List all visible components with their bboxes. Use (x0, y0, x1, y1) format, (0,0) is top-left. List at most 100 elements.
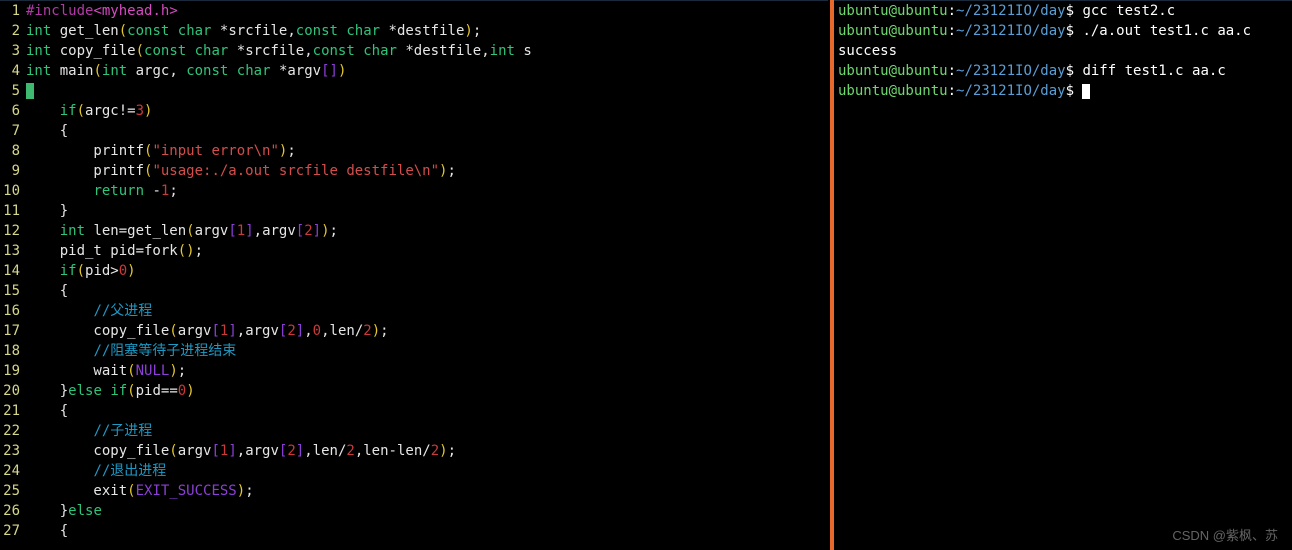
code-content[interactable]: //父进程 (26, 301, 828, 321)
token-brace: } (60, 203, 68, 219)
token-kw: const (313, 43, 355, 59)
token-id: ,argv (254, 223, 296, 239)
code-line[interactable]: 27 { (0, 521, 828, 541)
code-content[interactable]: int get_len(const char *srcfile,const ch… (26, 21, 828, 41)
code-content[interactable]: //子进程 (26, 421, 828, 441)
code-content[interactable]: if(pid>0) (26, 261, 828, 281)
line-number: 6 (0, 101, 26, 121)
code-content[interactable]: }else (26, 501, 828, 521)
token-id: copy_file (51, 43, 135, 59)
token-id: ; (447, 163, 455, 179)
code-content[interactable]: int main(int argc, const char *argv[]) (26, 61, 828, 81)
code-content[interactable]: { (26, 401, 828, 421)
code-content[interactable]: } (26, 201, 828, 221)
token-brack: [] (321, 63, 338, 79)
token-kw: int (102, 63, 127, 79)
token-paren: ) (321, 223, 329, 239)
code-line[interactable]: 21 { (0, 401, 828, 421)
code-line[interactable]: 2int get_len(const char *srcfile,const c… (0, 21, 828, 41)
code-content[interactable]: { (26, 121, 828, 141)
code-line[interactable]: 12 int len=get_len(argv[1],argv[2]); (0, 221, 828, 241)
token-id: , (304, 323, 312, 339)
code-content[interactable]: pid_t pid=fork(); (26, 241, 828, 261)
code-line[interactable]: 11 } (0, 201, 828, 221)
line-number: 17 (0, 321, 26, 341)
code-line[interactable]: 26 }else (0, 501, 828, 521)
code-line[interactable]: 13 pid_t pid=fork(); (0, 241, 828, 261)
token-brack: ] (296, 323, 304, 339)
code-line[interactable]: 23 copy_file(argv[1],argv[2],len/2,len-l… (0, 441, 828, 461)
prompt-dollar: $ (1066, 23, 1083, 39)
code-line[interactable]: 3int copy_file(const char *srcfile,const… (0, 41, 828, 61)
token-id: - (144, 183, 161, 199)
token-id (26, 123, 60, 139)
code-line[interactable]: 9 printf("usage:./a.out srcfile destfile… (0, 161, 828, 181)
code-content[interactable] (26, 81, 828, 101)
code-content[interactable]: int len=get_len(argv[1],argv[2]); (26, 221, 828, 241)
token-num: 1 (237, 223, 245, 239)
terminal-command-line: ubuntu@ubuntu:~/23121IO/day$ ./a.out tes… (838, 21, 1288, 41)
token-brack: ] (296, 443, 304, 459)
code-line[interactable]: 14 if(pid>0) (0, 261, 828, 281)
code-content[interactable]: exit(EXIT_SUCCESS); (26, 481, 828, 501)
code-content[interactable]: copy_file(argv[1],argv[2],len/2,len-len/… (26, 441, 828, 461)
line-number: 15 (0, 281, 26, 301)
code-content[interactable]: #include<myhead.h> (26, 1, 828, 21)
code-line[interactable]: 25 exit(EXIT_SUCCESS); (0, 481, 828, 501)
code-content[interactable]: return -1; (26, 181, 828, 201)
code-content[interactable]: printf("usage:./a.out srcfile destfile\n… (26, 161, 828, 181)
token-str: "usage:./a.out srcfile destfile\n" (152, 163, 439, 179)
code-line[interactable]: 19 wait(NULL); (0, 361, 828, 381)
code-content[interactable]: if(argc!=3) (26, 101, 828, 121)
token-id: *srcfile, (211, 23, 295, 39)
token-kw: char (237, 63, 271, 79)
token-paren: ) (237, 483, 245, 499)
terminal-command-line: ubuntu@ubuntu:~/23121IO/day$ diff test1.… (838, 61, 1288, 81)
terminal-pane[interactable]: ubuntu@ubuntu:~/23121IO/day$ gcc test2.c… (834, 0, 1292, 550)
code-line[interactable]: 7 { (0, 121, 828, 141)
token-id: argv (195, 223, 229, 239)
token-comment: //子进程 (93, 423, 152, 439)
code-line[interactable]: 22 //子进程 (0, 421, 828, 441)
code-content[interactable]: int copy_file(const char *srcfile,const … (26, 41, 828, 61)
terminal-command-line: ubuntu@ubuntu:~/23121IO/day$ gcc test2.c (838, 1, 1288, 21)
token-id: argv (178, 443, 212, 459)
token-kw: const (296, 23, 338, 39)
token-brack: ] (228, 323, 236, 339)
line-number: 4 (0, 61, 26, 81)
code-content[interactable]: printf("input error\n"); (26, 141, 828, 161)
prompt-user: ubuntu@ubuntu (838, 3, 948, 19)
code-line[interactable]: 4int main(int argc, const char *argv[]) (0, 61, 828, 81)
prompt-path: ~/23121IO/day (956, 23, 1066, 39)
token-num: 3 (136, 103, 144, 119)
code-line[interactable]: 8 printf("input error\n"); (0, 141, 828, 161)
token-paren: ( (169, 323, 177, 339)
code-line[interactable]: 20 }else if(pid==0) (0, 381, 828, 401)
code-content[interactable]: }else if(pid==0) (26, 381, 828, 401)
code-line[interactable]: 15 { (0, 281, 828, 301)
code-line[interactable]: 18 //阻塞等待子进程结束 (0, 341, 828, 361)
token-preproc: #include (26, 3, 93, 19)
token-paren: ) (338, 63, 346, 79)
code-content[interactable]: copy_file(argv[1],argv[2],0,len/2); (26, 321, 828, 341)
line-number: 13 (0, 241, 26, 261)
token-kw: char (195, 43, 229, 59)
code-line[interactable]: 17 copy_file(argv[1],argv[2],0,len/2); (0, 321, 828, 341)
token-kw: int (26, 63, 51, 79)
code-line[interactable]: 1#include<myhead.h> (0, 1, 828, 21)
editor-cursor (26, 83, 34, 99)
code-content[interactable]: { (26, 521, 828, 541)
code-editor-pane[interactable]: 1#include<myhead.h>2int get_len(const ch… (0, 0, 828, 550)
code-content[interactable]: //阻塞等待子进程结束 (26, 341, 828, 361)
code-line[interactable]: 6 if(argc!=3) (0, 101, 828, 121)
token-id (26, 523, 60, 539)
code-line[interactable]: 16 //父进程 (0, 301, 828, 321)
code-content[interactable]: { (26, 281, 828, 301)
code-line[interactable]: 24 //退出进程 (0, 461, 828, 481)
line-number: 27 (0, 521, 26, 541)
code-line[interactable]: 10 return -1; (0, 181, 828, 201)
code-line[interactable]: 5 (0, 81, 828, 101)
code-content[interactable]: //退出进程 (26, 461, 828, 481)
code-content[interactable]: wait(NULL); (26, 361, 828, 381)
token-num: 2 (431, 443, 439, 459)
